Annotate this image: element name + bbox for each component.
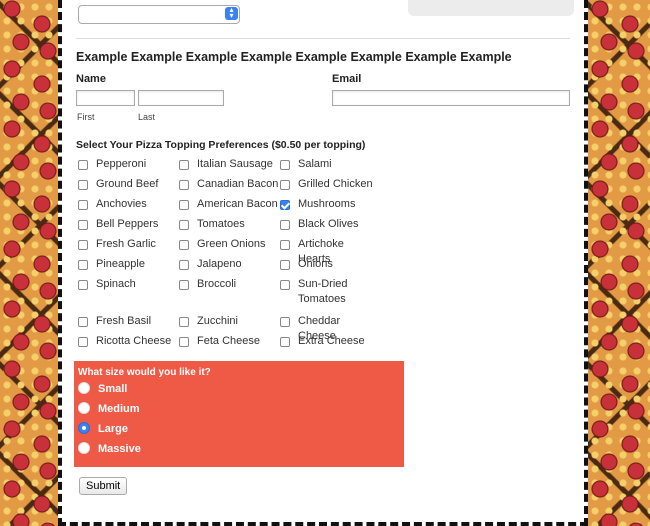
email-label: Email <box>332 73 362 85</box>
topping-label: American Bacon <box>197 198 278 210</box>
topping-checkbox[interactable] <box>78 180 88 190</box>
topping-checkbox[interactable] <box>280 240 290 250</box>
topping-checkbox[interactable] <box>280 200 290 210</box>
topping-label: Sun-Dried Tomatoes <box>298 278 348 305</box>
topping-label: Pepperoni <box>96 158 147 170</box>
topping-label: Green Onions <box>197 238 266 250</box>
topping-label: Onions <box>298 258 333 270</box>
topping-label: Ricotta Cheese <box>96 335 172 347</box>
first-name-input[interactable] <box>76 90 135 106</box>
topping-checkbox[interactable] <box>179 180 189 190</box>
topping-checkbox[interactable] <box>179 280 189 290</box>
topping-label: Extra Cheese <box>298 335 365 347</box>
size-option[interactable]: Medium <box>78 402 140 415</box>
topping-label: Canadian Bacon <box>197 178 279 190</box>
size-selection-box: What size would you like it? Small Medium… <box>74 361 404 467</box>
topping-label: Fresh Basil <box>96 315 152 327</box>
topping-checkbox[interactable] <box>179 317 189 327</box>
pizza-background-left <box>0 0 58 526</box>
topping-checkbox[interactable] <box>78 240 88 250</box>
topping-label: Italian Sausage <box>197 158 273 170</box>
topping-label: Broccoli <box>197 278 237 290</box>
size-option-label: Small <box>98 383 128 395</box>
topping-checkbox[interactable] <box>78 337 88 347</box>
size-option[interactable]: Small <box>78 382 128 395</box>
topping-checkbox[interactable] <box>280 337 290 347</box>
first-sublabel: First <box>77 112 95 122</box>
order-summary-box <box>408 0 574 16</box>
divider <box>76 38 570 39</box>
size-title: What size would you like it? <box>78 367 211 378</box>
last-name-input[interactable] <box>138 90 224 106</box>
top-select-dropdown[interactable]: ▴ ▾ <box>78 5 240 24</box>
topping-label: Ground Beef <box>96 178 159 190</box>
topping-checkbox[interactable] <box>280 220 290 230</box>
size-option[interactable]: Massive <box>78 442 141 455</box>
topping-label: Zucchini <box>197 315 238 327</box>
size-option-label: Massive <box>98 443 141 455</box>
topping-checkbox[interactable] <box>280 280 290 290</box>
order-form: ▴ ▾ Example Example Example Example Examp… <box>58 0 588 526</box>
submit-button[interactable]: Submit <box>79 477 128 495</box>
topping-checkbox[interactable] <box>179 220 189 230</box>
topping-label: Fresh Garlic <box>96 238 156 250</box>
topping-checkbox[interactable] <box>179 160 189 170</box>
topping-checkbox[interactable] <box>78 317 88 327</box>
size-radio[interactable] <box>78 442 90 455</box>
topping-label: Grilled Chicken <box>298 178 373 190</box>
topping-label: Feta Cheese <box>197 335 260 347</box>
topping-label: Salami <box>298 158 332 170</box>
topping-checkbox[interactable] <box>78 260 88 270</box>
email-field[interactable] <box>332 90 570 106</box>
topping-checkbox[interactable] <box>280 317 290 327</box>
size-option[interactable]: Large <box>78 422 128 435</box>
topping-label: Anchovies <box>96 198 147 210</box>
size-radio[interactable] <box>78 402 90 415</box>
topping-checkbox[interactable] <box>78 160 88 170</box>
topping-checkbox[interactable] <box>280 260 290 270</box>
last-sublabel: Last <box>138 112 156 122</box>
toppings-title: Select Your Pizza Topping Preferences ($… <box>76 139 366 151</box>
size-radio[interactable] <box>78 422 90 435</box>
size-option-label: Medium <box>98 403 140 415</box>
topping-label: Pineapple <box>96 258 145 270</box>
select-arrows-icon: ▴ ▾ <box>225 6 238 20</box>
topping-checkbox[interactable] <box>179 260 189 270</box>
size-option-label: Large <box>98 423 128 435</box>
topping-checkbox[interactable] <box>78 280 88 290</box>
topping-checkbox[interactable] <box>179 240 189 250</box>
topping-checkbox[interactable] <box>78 220 88 230</box>
topping-label: Mushrooms <box>298 198 356 210</box>
form-heading: Example Example Example Example Example … <box>76 50 512 64</box>
topping-checkbox[interactable] <box>179 337 189 347</box>
pizza-background-right <box>588 0 650 526</box>
topping-label: Jalapeno <box>197 258 242 270</box>
topping-label: Black Olives <box>298 218 359 230</box>
topping-label: Bell Peppers <box>96 218 159 230</box>
name-label: Name <box>76 73 106 85</box>
topping-label: Tomatoes <box>197 218 245 230</box>
size-radio[interactable] <box>78 382 90 395</box>
topping-checkbox[interactable] <box>78 200 88 210</box>
topping-checkbox[interactable] <box>179 200 189 210</box>
topping-checkbox[interactable] <box>280 180 290 190</box>
topping-label: Spinach <box>96 278 136 290</box>
topping-checkbox[interactable] <box>280 160 290 170</box>
